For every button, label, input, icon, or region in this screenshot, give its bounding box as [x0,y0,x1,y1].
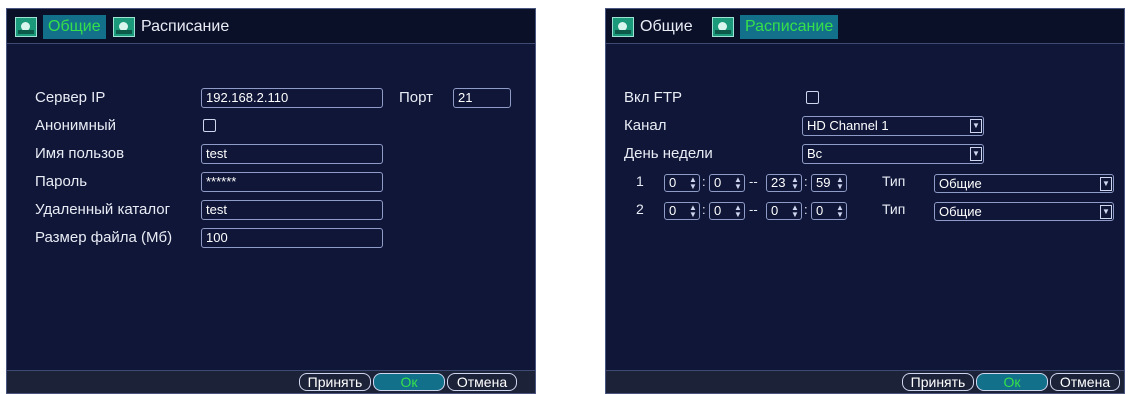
password-label: Пароль [35,173,88,190]
ok-button[interactable]: Ок [976,373,1048,391]
type-select[interactable]: Общие ▼ [934,202,1114,221]
dropdown-arrow-icon: ▼ [1100,205,1112,219]
camera-tab-icon [712,17,734,37]
schedule-row-index: 2 [636,201,644,217]
tab-bar: Общие Расписание [606,9,1124,44]
apply-button[interactable]: Принять [902,373,974,391]
anonymous-label: Анонимный [35,117,117,134]
spinner-arrows-icon: ▲ ▼ [791,203,799,219]
ok-button[interactable]: Ок [373,373,445,391]
tab-bar: Общие Расписание [7,9,535,44]
channel-value: HD Channel 1 [807,118,889,133]
type-select[interactable]: Общие ▼ [934,174,1114,193]
start-hour-spinner[interactable]: 0 ▲ ▼ [664,174,700,192]
tab-schedule-label: Расписание [740,15,839,39]
dropdown-arrow-icon: ▼ [970,119,982,133]
port-label: Порт [399,89,434,106]
end-hour-spinner[interactable]: 0 ▲ ▼ [766,202,802,220]
dropdown-arrow-icon: ▼ [1100,177,1112,191]
time-range-dash: -- [749,174,758,189]
remote-dir-label: Удаленный каталог [35,201,171,218]
spinner-arrows-icon: ▲ ▼ [689,175,697,191]
tab-schedule-label: Расписание [141,18,230,35]
spinner-arrows-icon: ▲ ▼ [836,175,844,191]
start-minute-spinner[interactable]: 0 ▲ ▼ [709,202,745,220]
spinner-arrows-icon: ▲ ▼ [689,203,697,219]
spinner-arrows-icon: ▲ ▼ [836,203,844,219]
server-ip-field[interactable]: 192.168.2.110 [201,88,383,108]
start-minute-value: 0 [714,175,722,190]
weekday-select[interactable]: Вс ▼ [802,144,984,164]
username-label: Имя пользов [35,145,125,162]
enable-ftp-checkbox[interactable] [806,91,819,104]
tab-schedule[interactable]: Расписание [111,13,235,41]
end-hour-value: 23 [771,175,786,190]
port-field[interactable]: 21 [453,88,511,108]
time-colon: : [702,174,706,189]
camera-tab-icon [113,17,135,37]
spinner-arrows-icon: ▲ ▼ [791,175,799,191]
schedule-row-index: 1 [636,173,644,189]
weekday-value: Вс [807,146,823,161]
start-hour-value: 0 [669,175,677,190]
end-hour-value: 0 [771,203,779,218]
time-range-dash: -- [749,202,758,217]
channel-select[interactable]: HD Channel 1 ▼ [802,116,984,136]
camera-tab-icon [612,17,634,37]
cancel-button[interactable]: Отмена [1050,373,1120,391]
tab-general[interactable]: Общие [610,13,699,41]
file-size-field[interactable]: 100 [201,228,383,248]
ftp-general-panel: Общие Расписание Сервер IP 192.168.2.110… [6,8,536,394]
time-colon: : [702,202,706,217]
server-ip-label: Сервер IP [35,89,106,106]
end-hour-spinner[interactable]: 23 ▲ ▼ [766,174,802,192]
cancel-button[interactable]: Отмена [447,373,517,391]
spinner-arrows-icon: ▲ ▼ [734,175,742,191]
apply-button[interactable]: Принять [299,373,371,391]
channel-label: Канал [624,117,667,134]
tab-general-label: Общие [43,15,106,39]
type-label: Тип [882,173,906,189]
type-value: Общие [939,204,982,219]
start-minute-spinner[interactable]: 0 ▲ ▼ [709,174,745,192]
weekday-label: День недели [624,145,713,162]
enable-ftp-label: Вкл FTP [624,89,682,106]
start-hour-value: 0 [669,203,677,218]
spinner-arrows-icon: ▲ ▼ [734,203,742,219]
button-bar: Принять Ок Отмена [7,370,535,393]
username-field[interactable]: test [201,144,383,164]
type-label: Тип [882,201,906,217]
camera-tab-icon [15,17,37,37]
start-hour-spinner[interactable]: 0 ▲ ▼ [664,202,700,220]
ftp-schedule-panel: Общие Расписание Вкл FTP Канал HD Channe… [605,8,1125,394]
dropdown-arrow-icon: ▼ [970,147,982,161]
button-bar: Принять Ок Отмена [606,370,1124,393]
type-value: Общие [939,176,982,191]
file-size-label: Размер файла (Мб) [35,229,173,246]
end-minute-value: 59 [816,175,831,190]
anonymous-checkbox[interactable] [203,119,216,132]
tab-general-label: Общие [640,18,693,35]
time-colon: : [804,174,808,189]
tab-schedule[interactable]: Расписание [710,13,844,41]
time-colon: : [804,202,808,217]
end-minute-spinner[interactable]: 0 ▲ ▼ [811,202,847,220]
remote-dir-field[interactable]: test [201,200,383,220]
tab-general[interactable]: Общие [13,13,112,41]
end-minute-spinner[interactable]: 59 ▲ ▼ [811,174,847,192]
start-minute-value: 0 [714,203,722,218]
password-field[interactable]: ****** [201,172,383,192]
end-minute-value: 0 [816,203,824,218]
